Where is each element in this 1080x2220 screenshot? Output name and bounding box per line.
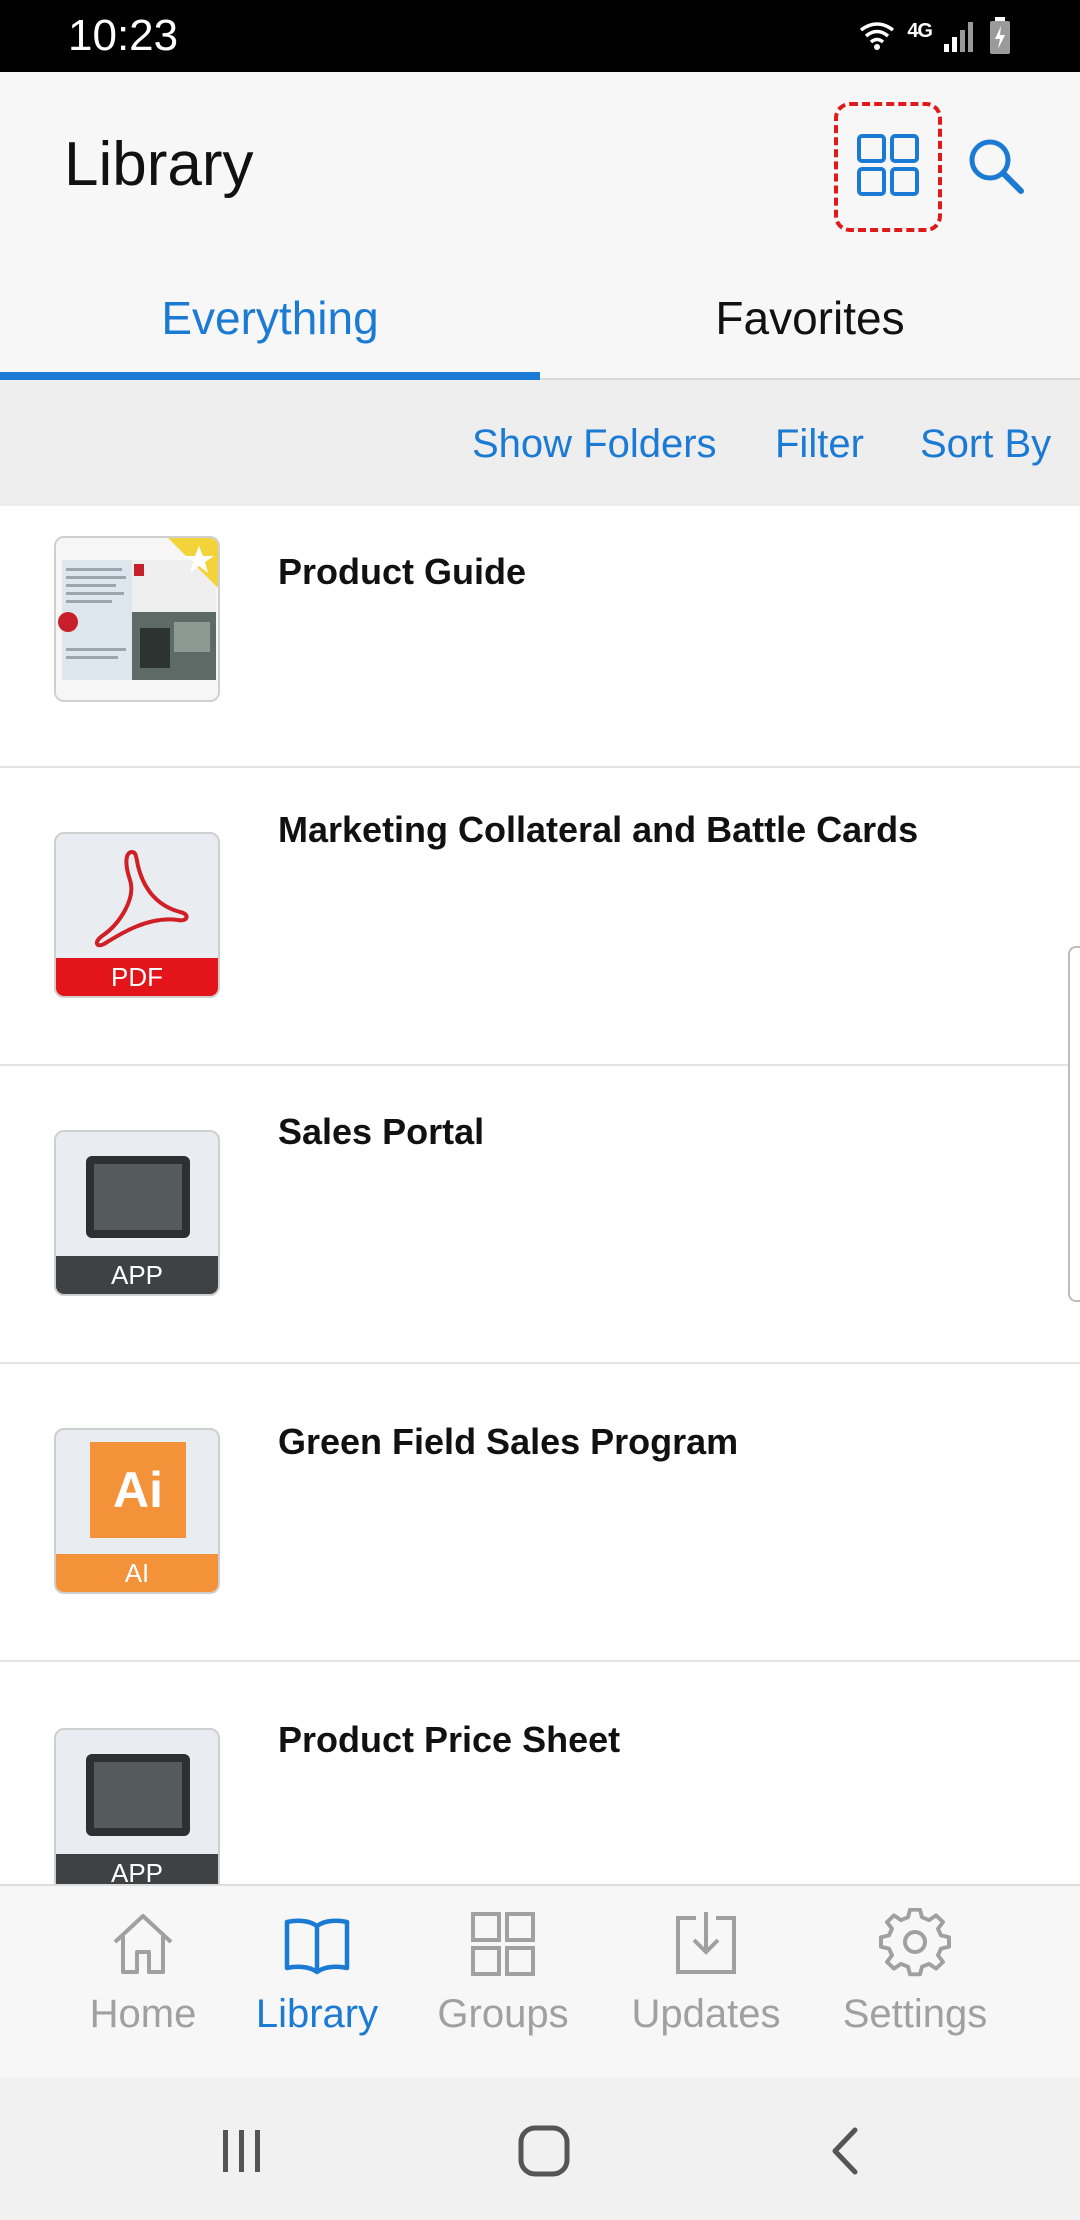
back-button[interactable] — [808, 2118, 888, 2188]
show-folders-button[interactable]: Show Folders — [472, 420, 717, 468]
status-icons: 4G — [857, 14, 1012, 58]
grid-icon — [428, 1908, 578, 1980]
status-time: 10:23 — [68, 11, 179, 60]
pdf-icon — [86, 844, 190, 953]
battery-icon — [988, 16, 1012, 56]
search-button[interactable] — [960, 132, 1032, 204]
nav-groups[interactable]: Groups — [428, 1908, 578, 2068]
bottom-nav: Home Library Groups Updates Settings — [0, 1884, 1080, 2078]
filter-button[interactable]: Filter — [775, 420, 864, 468]
system-home-button[interactable] — [504, 2118, 584, 2188]
nav-settings[interactable]: Settings — [832, 1908, 998, 2068]
sort-by-button[interactable]: Sort By — [920, 420, 1051, 468]
file-type-label: APP — [56, 1256, 218, 1294]
app-thumbnail: APP — [54, 1728, 220, 1884]
library-screen: 10:23 4G Library Everything Favorites Sh… — [0, 0, 1080, 2220]
status-bar: 10:23 4G — [0, 0, 1080, 72]
active-tab-indicator — [0, 372, 540, 380]
grid-view-button[interactable] — [834, 102, 942, 232]
wifi-icon — [857, 16, 897, 56]
app-thumbnail: APP — [54, 1130, 220, 1296]
tab-favorites[interactable]: Favorites — [540, 258, 1080, 378]
app-header: Library — [0, 72, 1080, 258]
ai-thumbnail: Ai AI — [54, 1428, 220, 1594]
nav-updates[interactable]: Updates — [620, 1908, 792, 2068]
scrollbar[interactable] — [1068, 946, 1080, 1302]
tab-everything[interactable]: Everything — [0, 258, 540, 378]
recents-icon — [217, 2126, 267, 2181]
gear-icon — [832, 1908, 998, 1980]
book-icon — [250, 1908, 384, 1980]
document-thumbnail — [54, 536, 220, 702]
network-type: 4G — [907, 19, 933, 42]
list-item[interactable]: PDF Marketing Collateral and Battle Card… — [0, 768, 1080, 1066]
tablet-icon — [86, 1754, 190, 1836]
pdf-thumbnail: PDF — [54, 832, 220, 998]
download-icon — [620, 1908, 792, 1980]
nav-library[interactable]: Library — [250, 1908, 384, 2068]
search-icon — [966, 136, 1026, 201]
nav-label: Settings — [842, 1992, 988, 2036]
nav-label: Home — [89, 1992, 197, 2036]
library-tabs: Everything Favorites — [0, 258, 1080, 380]
item-title: Green Field Sales Program — [278, 1421, 739, 1462]
nav-home[interactable]: Home — [80, 1908, 206, 2068]
nav-label: Groups — [437, 1992, 569, 2036]
item-title: Product Price Sheet — [278, 1719, 621, 1760]
file-type-label: PDF — [56, 958, 218, 996]
illustrator-icon: Ai — [90, 1442, 186, 1538]
system-nav-bar — [0, 2078, 1080, 2220]
file-type-label: APP — [56, 1854, 218, 1884]
recents-button[interactable] — [202, 2118, 282, 2188]
tablet-icon — [86, 1156, 190, 1238]
page-title: Library — [64, 130, 254, 199]
action-bar: Show Folders Filter Sort By — [0, 380, 1080, 506]
list-item[interactable]: APP Sales Portal — [0, 1066, 1080, 1364]
nav-label: Library — [255, 1992, 379, 2036]
list-item[interactable]: Ai AI Green Field Sales Program — [0, 1364, 1080, 1662]
item-title: Product Guide — [278, 551, 527, 592]
home-icon — [80, 1908, 206, 1980]
item-title: Sales Portal — [278, 1111, 485, 1152]
nav-label: Updates — [631, 1992, 781, 2036]
back-icon — [823, 2126, 873, 2181]
document-preview-image — [56, 538, 218, 700]
home-circle-icon — [516, 2123, 572, 2184]
item-title: Marketing Collateral and Battle Cards — [278, 809, 919, 850]
library-list[interactable]: Product Guide PDF Marketing Collateral a… — [0, 506, 1080, 1884]
file-type-label: AI — [56, 1554, 218, 1592]
list-item[interactable]: Product Guide — [0, 506, 1080, 768]
grid-icon — [856, 133, 920, 202]
signal-icon — [942, 18, 978, 54]
list-item[interactable]: APP Product Price Sheet — [0, 1662, 1080, 1884]
